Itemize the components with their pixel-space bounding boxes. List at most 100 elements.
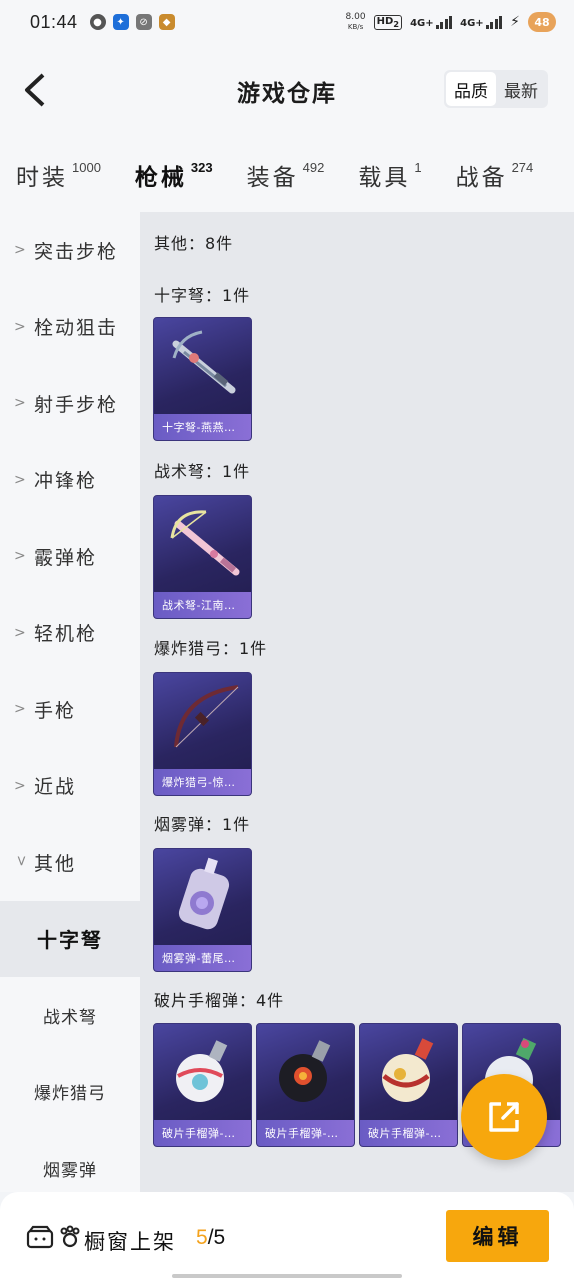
chevron-right-icon: > bbox=[14, 701, 28, 718]
tab-label: 装备 bbox=[246, 165, 299, 191]
sort-quality-button[interactable]: 品质 bbox=[446, 72, 496, 106]
game-app-icon: ◆ bbox=[158, 14, 175, 30]
tab-count: 274 bbox=[511, 160, 534, 175]
sidebar-item-marksman-rifle[interactable]: > 射手步枪 bbox=[0, 365, 140, 442]
tab-count: 492 bbox=[302, 160, 325, 175]
sidebar-item-label: 手枪 bbox=[34, 699, 77, 722]
smoke-grenade-image bbox=[178, 857, 230, 930]
sort-newest-button[interactable]: 最新 bbox=[496, 72, 546, 106]
sidebar-item-label: 射手步枪 bbox=[34, 393, 119, 416]
item-caption: 烟雾弹-蕾尾… bbox=[154, 945, 251, 971]
hd-sub: 2 bbox=[393, 18, 400, 29]
paw-icon bbox=[60, 1225, 80, 1248]
sidebar-item-other[interactable]: > 其他 bbox=[0, 824, 140, 901]
item-card[interactable]: 破片手榴弹-… bbox=[153, 1023, 252, 1147]
chevron-right-icon: > bbox=[14, 318, 28, 335]
wechat-icon: ● bbox=[89, 14, 106, 30]
signal-icon bbox=[435, 15, 453, 29]
tactical-crossbow-image bbox=[170, 510, 240, 576]
sidebar-item-label: 霰弹枪 bbox=[34, 546, 98, 569]
weapon-category-sidebar: > 突击步枪 > 栓动狙击 > 射手步枪 > 冲锋枪 > 霰弹枪 > 轻机枪 > 手枪 > 近战… bbox=[0, 212, 140, 1192]
group-title: 烟雾弹：1件 bbox=[154, 815, 251, 834]
header: 游戏仓库 品质 最新 bbox=[0, 44, 574, 136]
hd-label: HD bbox=[376, 15, 394, 27]
sort-toggle: 品质 最新 bbox=[444, 70, 548, 108]
item-list: 其他：8件 十字弩：1件 十字弩-燕燕… 战术弩：1件 战术弩-江南… 爆炸猎弓… bbox=[140, 212, 574, 1192]
tab-equipment[interactable]: 装备 492 bbox=[247, 136, 325, 192]
tab-fashion[interactable]: 时装 1000 bbox=[16, 136, 101, 192]
hd-badge: HD2 bbox=[373, 14, 403, 30]
sidebar-sub-tactical-crossbow[interactable]: 战术弩 bbox=[0, 977, 140, 1054]
battery-icon: 48 bbox=[528, 12, 556, 32]
sidebar-item-melee[interactable]: > 近战 bbox=[0, 748, 140, 825]
tab-label: 枪械 bbox=[134, 165, 187, 191]
tab-label: 载具 bbox=[358, 165, 411, 191]
bottom-bar: 橱窗上架 5/5 编辑 bbox=[0, 1192, 574, 1280]
net1-label: 4G+ bbox=[410, 18, 434, 29]
tab-count: 1 bbox=[414, 160, 422, 175]
chevron-right-icon: > bbox=[14, 242, 28, 259]
category-tabs: 时装 1000 枪械 323 装备 492 载具 1 战备 274 bbox=[0, 136, 574, 212]
share-external-icon bbox=[489, 1102, 519, 1132]
sidebar-sub-smoke-grenade[interactable]: 烟雾弹 bbox=[0, 1130, 140, 1192]
chevron-down-icon: > bbox=[13, 855, 29, 869]
group-title: 爆炸猎弓：1件 bbox=[154, 639, 268, 658]
tab-vehicles[interactable]: 载具 1 bbox=[358, 136, 421, 192]
sidebar-item-smg[interactable]: > 冲锋枪 bbox=[0, 442, 140, 519]
sidebar-item-pistol[interactable]: > 手枪 bbox=[0, 671, 140, 748]
chevron-right-icon: > bbox=[14, 777, 28, 794]
home-indicator[interactable] bbox=[172, 1274, 402, 1278]
tab-count: 323 bbox=[190, 160, 213, 175]
group-title: 战术弩：1件 bbox=[154, 462, 251, 481]
group-title: 破片手榴弹：4件 bbox=[154, 991, 285, 1010]
sidebar-item-label: 突击步枪 bbox=[34, 240, 119, 263]
chevron-right-icon: > bbox=[14, 395, 28, 412]
sidebar-sub-crossbow[interactable]: 十字弩 bbox=[0, 900, 140, 977]
speed-unit: KB/s bbox=[347, 23, 364, 31]
group-title: 十字弩：1件 bbox=[154, 286, 251, 305]
frag-grenade-image bbox=[176, 1040, 228, 1102]
signal-2: 4G+ bbox=[460, 15, 503, 29]
sidebar-item-label: 近战 bbox=[34, 776, 77, 799]
tab-label: 时装 bbox=[16, 165, 68, 191]
speed-value: 8.00 bbox=[345, 12, 366, 22]
shop-window-icon bbox=[26, 1225, 54, 1249]
edit-button[interactable]: 编辑 bbox=[446, 1210, 549, 1262]
item-card[interactable]: 烟雾弹-蕾尾… bbox=[153, 848, 252, 972]
status-bar: 01:44 ● ✦ ⊘ ◆ 8.00 KB/s HD2 4G+ 4G+ ⚡ 48 bbox=[0, 0, 574, 44]
tab-combat-gear[interactable]: 战备 274 bbox=[456, 136, 534, 192]
item-caption: 破片手榴弹-… bbox=[154, 1120, 251, 1146]
sidebar-item-label: 轻机枪 bbox=[34, 623, 98, 646]
share-button[interactable] bbox=[461, 1074, 547, 1160]
frag-grenade-image bbox=[279, 1040, 331, 1102]
signal-1: 4G+ bbox=[410, 15, 453, 29]
item-caption: 十字弩-燕燕… bbox=[154, 414, 251, 440]
sidebar-item-bolt-sniper[interactable]: > 栓动狙击 bbox=[0, 289, 140, 366]
item-card[interactable]: 战术弩-江南… bbox=[153, 495, 252, 619]
app-link-icon: ⊘ bbox=[135, 14, 152, 30]
showcase-current: 5 bbox=[196, 1226, 208, 1249]
item-card[interactable]: 十字弩-燕燕… bbox=[153, 317, 252, 441]
item-caption: 破片手榴弹-… bbox=[360, 1120, 457, 1146]
app-notification-icon: ✦ bbox=[112, 14, 129, 30]
tab-firearms[interactable]: 枪械 323 bbox=[135, 136, 213, 192]
tab-count: 1000 bbox=[72, 160, 101, 175]
showcase-label: 橱窗上架 bbox=[84, 1230, 176, 1254]
chevron-right-icon: > bbox=[14, 471, 28, 488]
sidebar-item-assault-rifle[interactable]: > 突击步枪 bbox=[0, 212, 140, 289]
frag-grenade-image bbox=[382, 1038, 434, 1102]
item-card[interactable]: 爆炸猎弓-惊… bbox=[153, 672, 252, 796]
sidebar-item-lmg[interactable]: > 轻机枪 bbox=[0, 595, 140, 672]
sidebar-sub-explosive-bow[interactable]: 爆炸猎弓 bbox=[0, 1054, 140, 1131]
network-speed: 8.00 KB/s bbox=[346, 12, 366, 32]
showcase-count: 5/5 bbox=[196, 1226, 225, 1250]
signal-icon bbox=[485, 15, 503, 29]
charging-icon: ⚡ bbox=[510, 14, 520, 30]
chevron-right-icon: > bbox=[14, 548, 28, 565]
item-card[interactable]: 破片手榴弹-… bbox=[256, 1023, 355, 1147]
item-caption: 战术弩-江南… bbox=[154, 592, 251, 618]
sidebar-item-shotgun[interactable]: > 霰弹枪 bbox=[0, 518, 140, 595]
item-card[interactable]: 破片手榴弹-… bbox=[359, 1023, 458, 1147]
tab-label: 战备 bbox=[455, 165, 508, 191]
category-summary: 其他：8件 bbox=[154, 234, 234, 253]
